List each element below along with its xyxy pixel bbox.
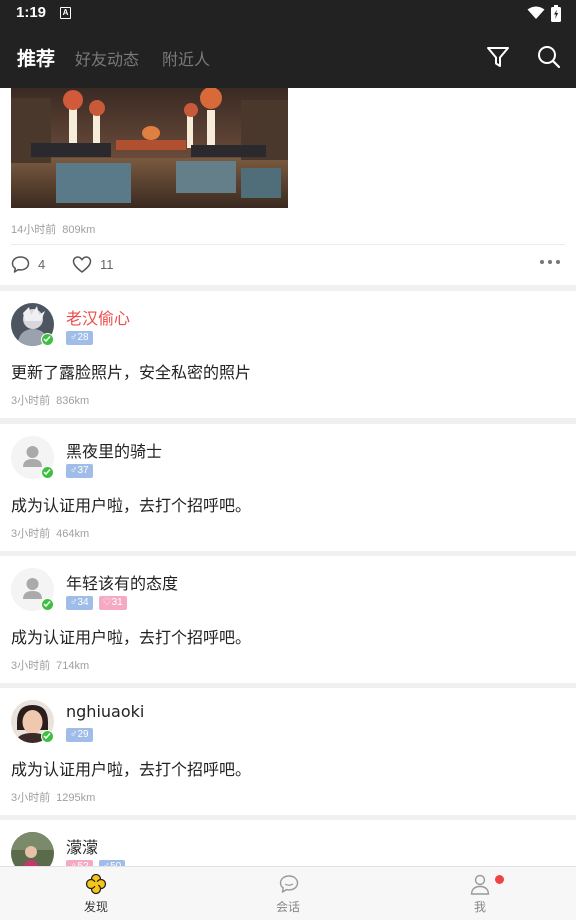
status-time: 1:19 (16, 4, 47, 21)
search-icon[interactable] (536, 44, 562, 70)
verified-icon (41, 466, 54, 479)
battery-icon (551, 5, 561, 22)
avatar[interactable] (11, 832, 54, 866)
nav-label: 我 (473, 900, 486, 914)
feed-card[interactable]: 黑夜里的骑士 ♂37 成为认证用户啦，去打个招呼吧。 3小时前 464km (0, 424, 576, 551)
more-options-icon[interactable] (540, 260, 562, 266)
username[interactable]: 濛濛 (66, 834, 98, 858)
feed-card: 14小时前 809km 4 11 (0, 88, 576, 285)
age-badge: ♂29 (66, 728, 93, 742)
verified-icon (41, 333, 54, 346)
post-meta: 3小时前 714km (11, 657, 95, 673)
user-badges: ♂37 (66, 464, 93, 478)
post-meta: 3小时前 1295km (11, 789, 101, 805)
user-badges: ♂28 (66, 331, 93, 345)
post-distance: 809km (62, 224, 96, 236)
verified-icon (41, 730, 54, 743)
comment-icon (11, 255, 30, 273)
post-text: 成为认证用户啦，去打个招呼吧。 (11, 496, 252, 515)
post-distance: 1295km (56, 792, 96, 804)
feed-card[interactable]: 年轻该有的态度 ♂34 ♡31 成为认证用户啦，去打个招呼吧。 3小时前 714k… (0, 556, 576, 683)
tab-friend-updates[interactable]: 好友动态 (75, 46, 139, 70)
post-text: 更新了露脸照片，安全私密的照片 (11, 363, 252, 382)
nav-me[interactable]: 我 (450, 873, 510, 917)
username[interactable]: 年轻该有的态度 (66, 570, 178, 594)
divider (11, 244, 565, 245)
user-badges: ♂34 ♡31 (66, 596, 127, 610)
top-bar: 推荐 好友动态 附近人 (0, 28, 576, 88)
post-distance: 836km (56, 395, 90, 407)
heart-icon (72, 255, 92, 273)
like-count: 11 (100, 256, 114, 272)
post-time: 3小时前 (11, 660, 51, 672)
extra-badge: ♡31 (98, 596, 127, 610)
post-meta: 3小时前 464km (11, 525, 95, 541)
feed-card[interactable]: nghiuaoki ♂29 成为认证用户啦，去打个招呼吧。 3小时前 1295km (0, 688, 576, 815)
post-time: 14小时前 (11, 224, 57, 236)
age-badge: ♂34 (66, 596, 93, 610)
bottom-nav: 发现 会话 我 (0, 866, 576, 920)
age-badge: ♂37 (66, 464, 93, 478)
nav-discover[interactable]: 发现 (66, 873, 126, 917)
person-icon (470, 874, 490, 895)
status-bar: 1:19 A (0, 0, 576, 28)
username[interactable]: nghiuaoki (66, 702, 144, 721)
post-text: 成为认证用户啦，去打个招呼吧。 (11, 628, 252, 647)
nav-label: 发现 (83, 900, 108, 914)
comment-button[interactable]: 4 (11, 253, 45, 275)
username[interactable]: 黑夜里的骑士 (66, 438, 162, 462)
post-time: 3小时前 (11, 528, 51, 540)
like-button[interactable]: 11 (72, 253, 114, 275)
username[interactable]: 老汉偷心 (66, 305, 130, 329)
age-badge: ♂28 (66, 331, 93, 345)
comment-count: 4 (38, 256, 46, 272)
user-badges: ♂29 (66, 728, 93, 742)
nav-label: 会话 (275, 900, 300, 914)
wifi-icon (527, 6, 545, 19)
post-distance: 714km (56, 660, 90, 672)
chat-icon (279, 875, 299, 893)
post-time: 3小时前 (11, 395, 51, 407)
post-time: 3小时前 (11, 792, 51, 804)
feed-card[interactable]: 濛濛 ♀52 ♂50 (0, 820, 576, 866)
filter-icon[interactable] (485, 44, 511, 70)
feed-card[interactable]: 老汉偷心 ♂28 更新了露脸照片，安全私密的照片 3小时前 836km (0, 291, 576, 418)
post-meta: 3小时前 836km (11, 392, 95, 408)
tab-recommend[interactable]: 推荐 (17, 44, 55, 71)
feed[interactable]: 14小时前 809km 4 11 老汉偷心 ♂28 更新了露脸照片，安全私密的照… (0, 88, 576, 866)
verified-icon (41, 598, 54, 611)
tab-nearby[interactable]: 附近人 (162, 46, 210, 70)
post-meta: 14小时前 809km (11, 221, 101, 237)
a-icon: A (60, 7, 71, 19)
post-photo[interactable] (11, 88, 288, 208)
post-distance: 464km (56, 528, 90, 540)
post-text: 成为认证用户啦，去打个招呼吧。 (11, 760, 252, 779)
clover-icon (85, 873, 107, 895)
nav-chat[interactable]: 会话 (258, 873, 318, 917)
notification-dot (495, 875, 504, 884)
